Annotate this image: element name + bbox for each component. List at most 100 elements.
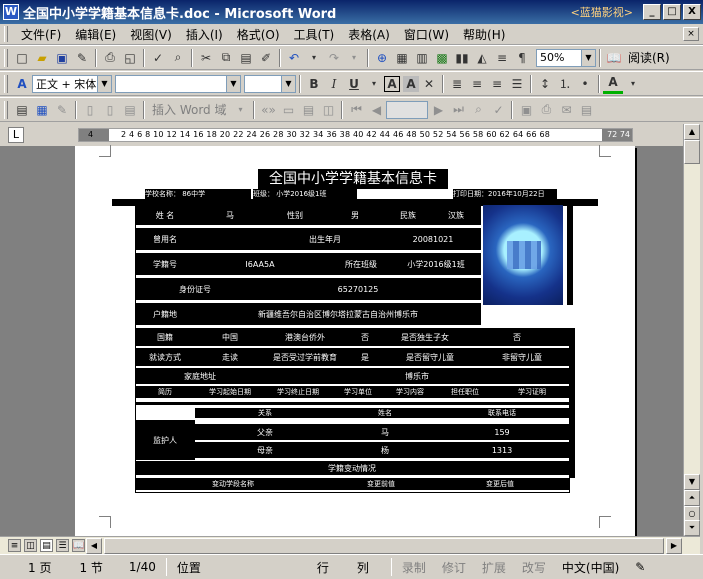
document-map-icon[interactable]: ≡ (492, 48, 512, 68)
maximize-button[interactable]: □ (663, 4, 681, 20)
outline-view-icon[interactable]: ☰ (56, 539, 69, 552)
find-entry-icon[interactable]: ⌕ (468, 100, 488, 120)
style-select[interactable]: 正文 + 宋体 ▼ (32, 74, 112, 93)
toolbar-grip[interactable] (4, 74, 8, 93)
scroll-down-icon[interactable]: ▼ (684, 474, 700, 490)
cut-icon[interactable]: ✂ (196, 48, 216, 68)
format-painter-icon[interactable]: ✐ (256, 48, 276, 68)
open-data-source-icon[interactable]: ▦ (32, 100, 52, 120)
status-track-changes[interactable]: 修订 (434, 559, 474, 576)
close-button[interactable]: X (683, 4, 701, 20)
doc-close-icon[interactable]: × (683, 27, 699, 41)
font-select[interactable]: ▼ (115, 74, 241, 93)
propagate-labels-icon[interactable]: ◫ (318, 100, 338, 120)
merge-printer-icon[interactable]: ⎙ (536, 100, 556, 120)
print-icon[interactable]: ⎙ (100, 48, 120, 68)
menu-help[interactable]: 帮助(H) (456, 26, 512, 43)
font-size-select[interactable]: ▼ (244, 74, 296, 93)
align-left-icon[interactable]: ≣ (447, 74, 467, 94)
horizontal-scrollbar[interactable]: ≡ ◫ ▤ ☰ 📖 ◀ ▶ (0, 536, 700, 554)
chevron-down-icon[interactable]: ▾ (230, 100, 250, 120)
minimize-button[interactable]: _ (643, 4, 661, 20)
font-color-dropdown-icon[interactable]: ▾ (623, 74, 643, 94)
read-button[interactable]: 阅读(R) (624, 49, 674, 66)
menu-window[interactable]: 窗口(W) (397, 26, 456, 43)
char-scaling-icon[interactable]: ✕ (419, 74, 439, 94)
spelling-icon[interactable]: ✓ (148, 48, 168, 68)
status-record[interactable]: 录制 (394, 559, 434, 576)
insert-word-field-button[interactable]: 插入 Word 域 (148, 101, 230, 118)
merge-fax-icon[interactable]: ▤ (576, 100, 596, 120)
show-hide-icon[interactable]: ¶ (512, 48, 532, 68)
check-errors-icon[interactable]: ✓ (488, 100, 508, 120)
reading-layout-icon[interactable]: 📖 (72, 539, 85, 552)
insert-address-icon[interactable]: ▯ (80, 100, 100, 120)
justify-icon[interactable]: ☰ (507, 74, 527, 94)
last-record-icon[interactable]: ⏭ (448, 100, 468, 120)
record-number-input[interactable] (386, 100, 429, 119)
recipients-icon[interactable]: ✎ (52, 100, 72, 120)
chevron-down-icon[interactable]: ▼ (581, 49, 595, 66)
first-record-icon[interactable]: ⏮ (346, 100, 366, 120)
menu-grip[interactable] (4, 26, 8, 42)
view-merged-data-icon[interactable]: «» (258, 100, 278, 120)
new-document-icon[interactable]: □ (12, 48, 32, 68)
menu-table[interactable]: 表格(A) (341, 26, 397, 43)
previous-page-icon[interactable]: ⏶ (684, 490, 700, 506)
tables-borders-icon[interactable]: ▦ (392, 48, 412, 68)
toolbar-grip[interactable] (4, 48, 8, 67)
save-icon[interactable]: ▣ (52, 48, 72, 68)
redo-icon[interactable]: ↷ (324, 48, 344, 68)
line-spacing-icon[interactable]: ↕ (535, 74, 555, 94)
insert-excel-icon[interactable]: ▩ (432, 48, 452, 68)
research-icon[interactable]: ⌕ (168, 48, 188, 68)
next-page-icon[interactable]: ⏷ (684, 520, 700, 536)
spelling-status-icon[interactable]: ✎ (627, 560, 653, 574)
match-fields-icon[interactable]: ▤ (298, 100, 318, 120)
document-page[interactable]: 全国中小学学籍基本信息卡 学校名称： 86中学 班级： 小学2016级1班 打印… (75, 145, 635, 536)
highlight-fields-icon[interactable]: ▭ (278, 100, 298, 120)
chevron-down-icon[interactable]: ▼ (226, 75, 240, 92)
web-layout-icon[interactable]: ◫ (24, 539, 37, 552)
normal-view-icon[interactable]: ≡ (8, 539, 21, 552)
char-border-icon[interactable]: A (384, 75, 400, 92)
merge-email-icon[interactable]: ✉ (556, 100, 576, 120)
scroll-thumb[interactable] (104, 538, 664, 554)
align-right-icon[interactable]: ≡ (487, 74, 507, 94)
undo-dropdown-icon[interactable]: ▾ (304, 48, 324, 68)
merge-new-doc-icon[interactable]: ▣ (516, 100, 536, 120)
menu-tools[interactable]: 工具(T) (287, 26, 342, 43)
horizontal-ruler[interactable]: 4 2 4 6 8 10 12 14 16 18 20 22 24 26 28 … (78, 128, 633, 142)
menu-insert[interactable]: 插入(I) (179, 26, 230, 43)
print-layout-icon[interactable]: ▤ (40, 539, 53, 552)
tab-selector[interactable]: L (8, 127, 24, 143)
scroll-up-icon[interactable]: ▲ (684, 124, 700, 140)
char-shading-icon[interactable]: A (403, 75, 419, 92)
italic-icon[interactable]: I (324, 74, 344, 94)
align-center-icon[interactable]: ≡ (467, 74, 487, 94)
word-app-icon[interactable]: W (3, 4, 19, 20)
chevron-down-icon[interactable]: ▼ (97, 75, 111, 92)
copy-icon[interactable]: ⧉ (216, 48, 236, 68)
print-preview-icon[interactable]: ◱ (120, 48, 140, 68)
bold-icon[interactable]: B (304, 74, 324, 94)
scroll-thumb[interactable] (684, 140, 700, 164)
read-icon[interactable]: 📖 (604, 48, 624, 68)
styles-formatting-icon[interactable]: A (12, 74, 32, 94)
zoom-select[interactable]: 50% ▼ (536, 48, 596, 67)
underline-icon[interactable]: U (344, 74, 364, 94)
main-document-setup-icon[interactable]: ▤ (12, 100, 32, 120)
status-extend[interactable]: 扩展 (474, 559, 514, 576)
underline-dropdown-icon[interactable]: ▾ (364, 74, 384, 94)
columns-icon[interactable]: ▮▮ (452, 48, 472, 68)
status-overtype[interactable]: 改写 (514, 559, 554, 576)
redo-dropdown-icon[interactable]: ▾ (344, 48, 364, 68)
paste-icon[interactable]: ▤ (236, 48, 256, 68)
scroll-left-icon[interactable]: ◀ (86, 538, 102, 554)
insert-greeting-icon[interactable]: ▯ (100, 100, 120, 120)
numbering-icon[interactable]: ⒈ (555, 74, 575, 94)
toolbar-grip[interactable] (4, 100, 8, 119)
menu-view[interactable]: 视图(V) (123, 26, 179, 43)
hyperlink-icon[interactable]: ⊕ (372, 48, 392, 68)
bullets-icon[interactable]: • (575, 74, 595, 94)
